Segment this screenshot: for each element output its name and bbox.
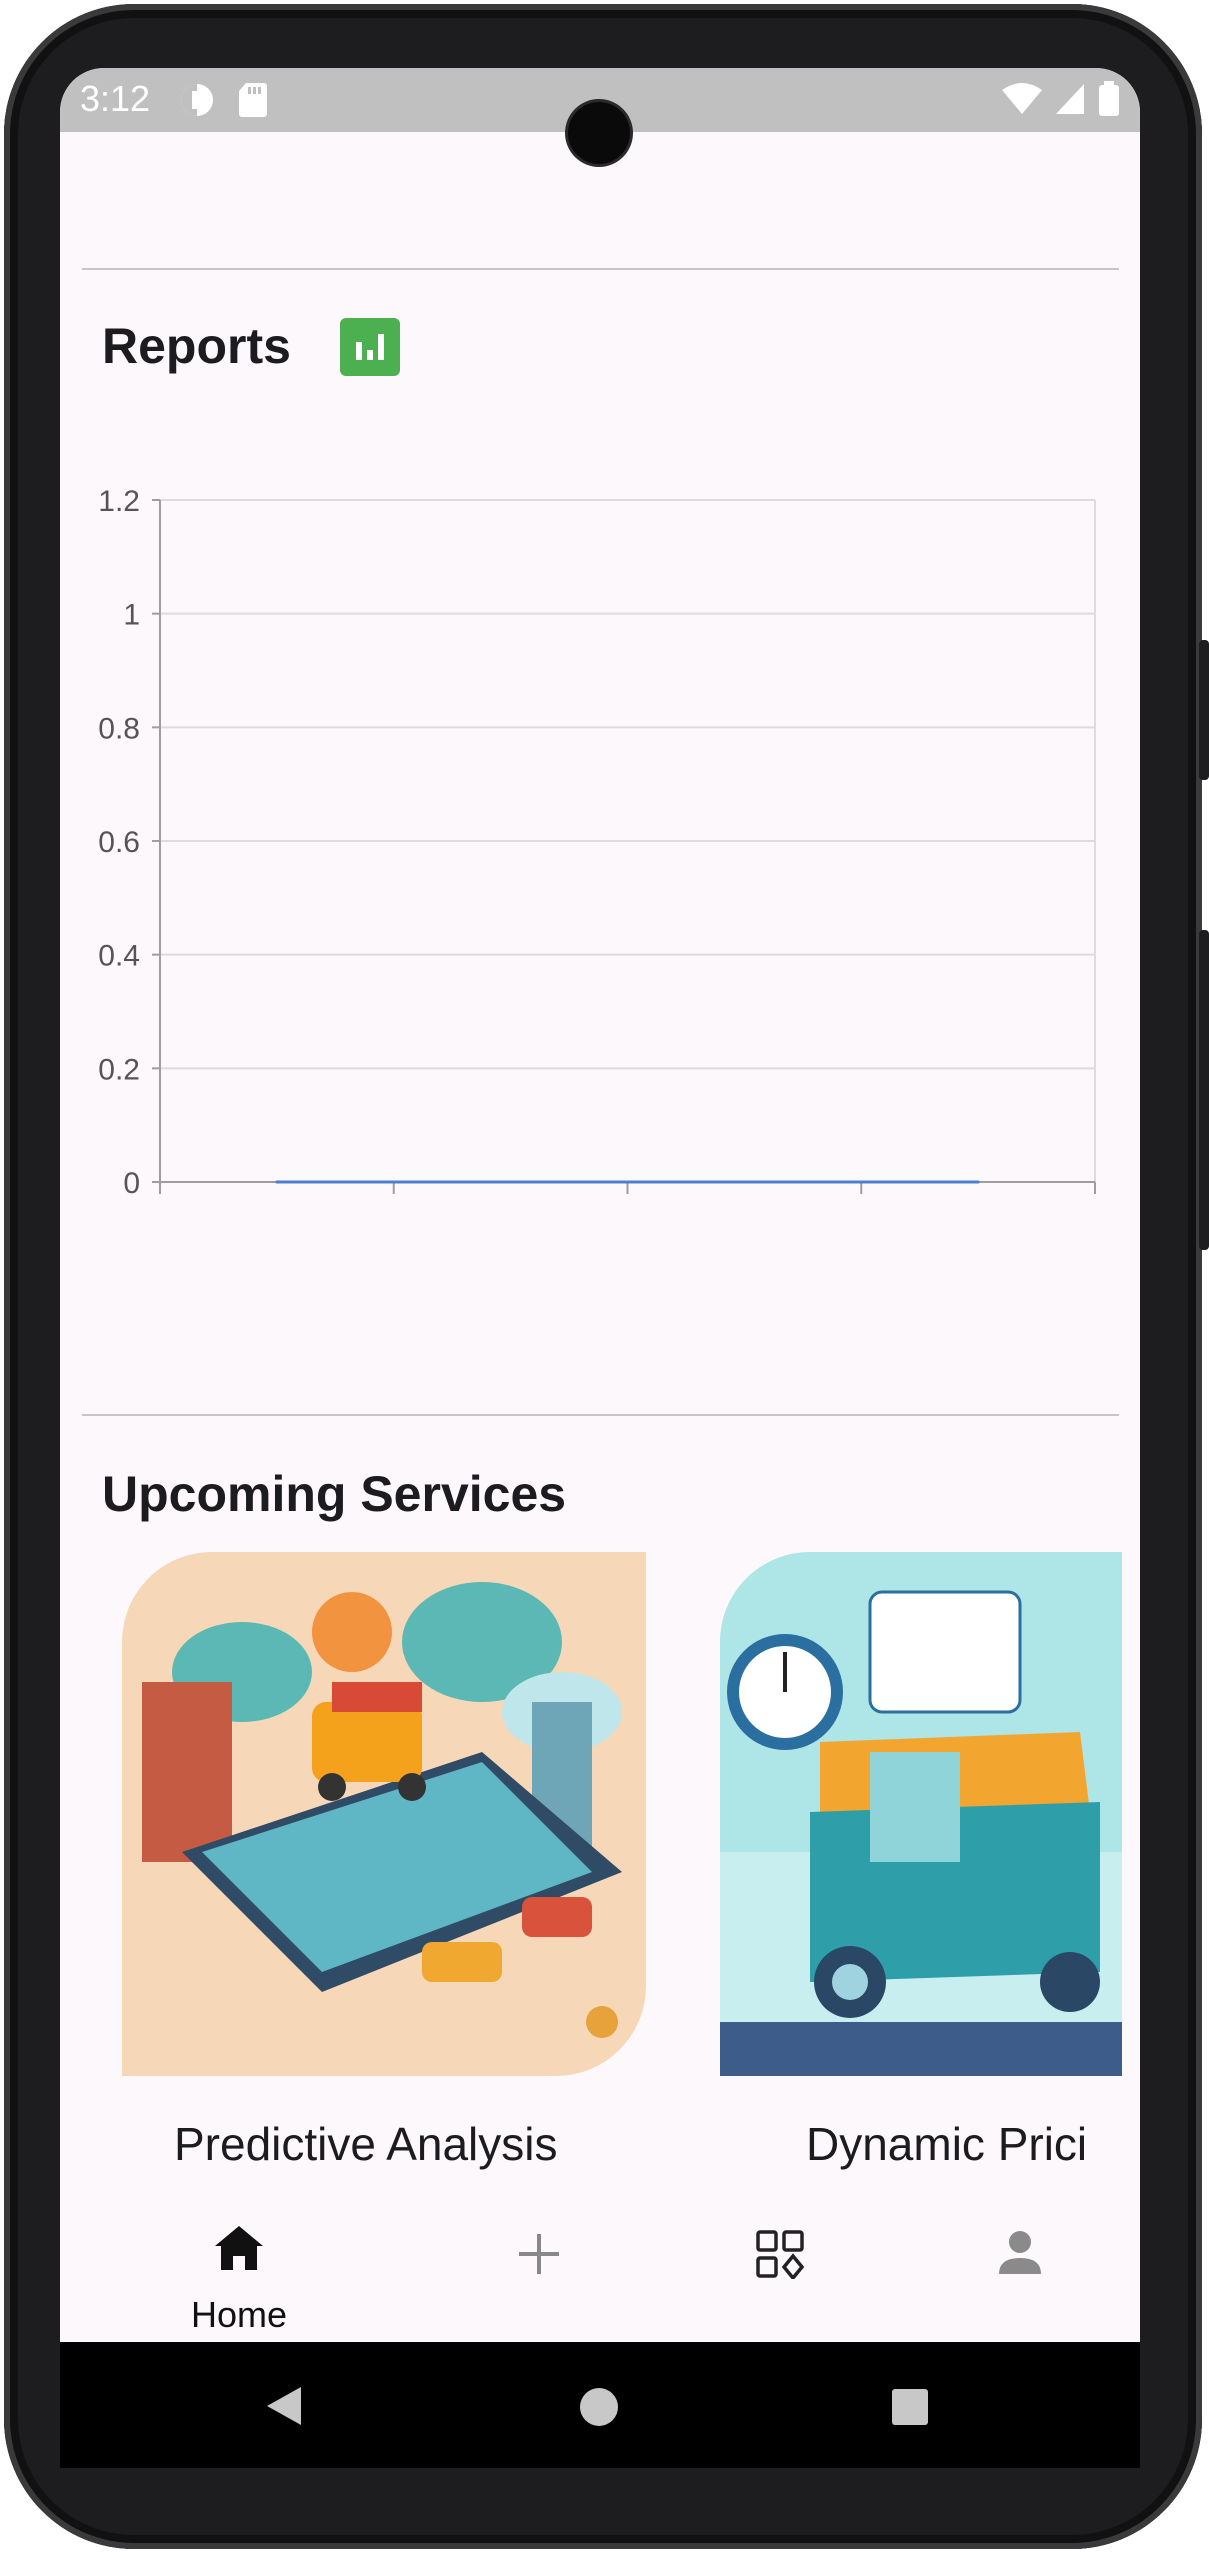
- status-time: 3:12: [80, 78, 151, 119]
- chart-data-point: [976, 1180, 980, 1184]
- chart-y-tick-label: 0: [123, 1167, 140, 1200]
- chart-x-tick-label: Oct: [487, 1208, 534, 1212]
- upcoming-services-title: Upcoming Services: [102, 1466, 567, 1522]
- system-navigation-bar: [60, 2342, 1140, 2468]
- front-camera: [568, 102, 630, 164]
- signal-icon: [1056, 84, 1084, 114]
- wifi-icon: [1002, 83, 1042, 114]
- chart-data-point: [275, 1180, 279, 1184]
- services-carousel[interactable]: Predictive Analysis Dynamic Prici: [122, 1552, 1122, 2212]
- back-icon[interactable]: [265, 2385, 303, 2427]
- nav-home[interactable]: Home: [139, 2196, 339, 2350]
- nav-profile[interactable]: [919, 2196, 1119, 2350]
- chart-y-tick-label: 0.6: [98, 826, 140, 859]
- dynamic-pricing-illustration: [720, 1552, 1122, 2076]
- data-saver-icon: [181, 84, 213, 116]
- grid-icon: [756, 2230, 805, 2279]
- chart-y-tick-label: 0.8: [98, 712, 140, 745]
- chart-x-tick-label: Sept: [246, 1208, 308, 1212]
- recents-icon[interactable]: [891, 2388, 929, 2426]
- nav-home-label: Home: [190, 2294, 288, 2335]
- divider: [82, 1414, 1119, 1416]
- service-card-predictive-analysis[interactable]: Predictive Analysis: [122, 1552, 646, 2170]
- chart-y-tick-label: 1.2: [98, 485, 140, 518]
- chart-y-tick-label: 0.4: [98, 940, 140, 973]
- chart-y-tick-label: 0.2: [98, 1053, 140, 1086]
- chart-data-point: [742, 1180, 746, 1184]
- home-icon: [215, 2226, 263, 2270]
- plus-icon: [519, 2234, 559, 2274]
- phone-frame: 3:12 Reports 0 0.2 0.4 0.6 0.8 1 1.2 Upc…: [0, 0, 1209, 2553]
- home-nav-icon[interactable]: [579, 2387, 619, 2427]
- service-card-label: Predictive Analysis: [174, 2118, 558, 2170]
- nav-services[interactable]: [679, 2196, 879, 2350]
- power-button: [1199, 930, 1209, 1250]
- battery-icon: [1099, 81, 1119, 116]
- volume-button: [1199, 640, 1209, 780]
- chart-data-point: [509, 1180, 513, 1184]
- service-card-dynamic-pricing[interactable]: Dynamic Prici: [720, 1552, 1122, 2170]
- service-card-label: Dynamic Prici: [806, 2118, 1088, 2170]
- chart-x-tick-label: Dec: [951, 1208, 1004, 1212]
- chart-x-tick-label: Nov: [718, 1208, 771, 1212]
- sd-card-icon: [239, 83, 267, 117]
- reports-chart: 0 0.2 0.4 0.6 0.8 1 1.2 Sept Oct Nov Dec: [98, 485, 1096, 1212]
- main-content[interactable]: Reports 00.20.40.60.811.2SeptOctNovDec U…: [60, 132, 1140, 2260]
- chart-y-tick-label: 1: [123, 599, 140, 632]
- predictive-analysis-illustration: [122, 1552, 646, 2076]
- bottom-navigation: Home: [60, 2196, 1140, 2350]
- person-icon: [999, 2231, 1041, 2274]
- nav-add[interactable]: [439, 2196, 639, 2350]
- app-screen: 3:12 Reports 0 0.2 0.4 0.6 0.8 1 1.2 Upc…: [60, 68, 1140, 2468]
